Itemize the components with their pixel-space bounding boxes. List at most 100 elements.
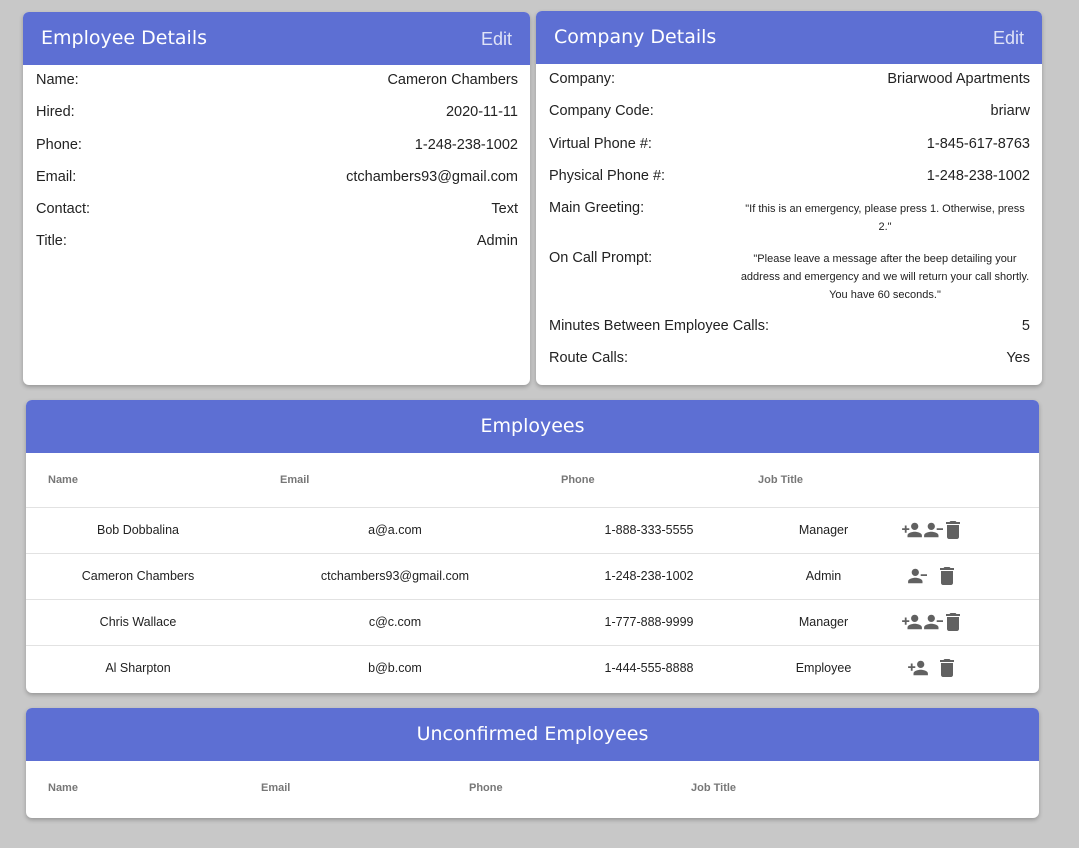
detail-row: Name: Cameron Chambers <box>36 72 518 104</box>
trash-icon[interactable] <box>945 613 961 631</box>
detail-row: Title: Admin <box>36 233 518 265</box>
detail-row: Contact: Text <box>36 201 518 233</box>
cell-phone: 1-248-238-1002 <box>540 553 758 600</box>
detail-row: Virtual Phone #: 1-845-617-8763 <box>549 136 1030 168</box>
detail-label: Phone: <box>36 137 82 153</box>
cell-email: ctchambers93@gmail.com <box>250 553 540 600</box>
trash-icon[interactable] <box>945 521 961 539</box>
detail-label: Company: <box>549 71 616 87</box>
column-header-phone: Phone <box>540 453 758 508</box>
detail-row: On Call Prompt: "Please leave a message a… <box>549 250 1030 318</box>
cell-email: b@b.com <box>368 661 422 676</box>
detail-row: Company Code: briarw <box>549 103 1030 136</box>
cell-phone: 1-444-555-8888 <box>604 661 694 676</box>
employee-details-title: Employee Details <box>41 27 208 49</box>
table-row: Cameron Chambers ctchambers93@gmail.com 1-… <box>26 553 1039 600</box>
column-header-name: Name <box>48 782 78 794</box>
cell-actions <box>889 507 1039 554</box>
detail-label: Virtual Phone #: <box>549 136 652 152</box>
person-add-icon[interactable] <box>901 613 923 631</box>
detail-value: Admin <box>476 233 518 249</box>
column-header-phone: Phone <box>469 782 503 794</box>
detail-value: 1-248-238-1002 <box>414 137 518 153</box>
detail-value: 1-845-617-8763 <box>926 136 1030 152</box>
company-details-title: Company Details <box>554 26 717 48</box>
person-add-icon[interactable] <box>907 659 929 677</box>
detail-row: Company: Briarwood Apartments <box>549 71 1030 103</box>
cell-actions <box>889 645 1039 691</box>
table-row: Chris Wallace c@c.com 1-777-888-9999 Manage… <box>26 599 1039 646</box>
company-details-list: Company: Briarwood Apartments Company Code… <box>536 64 1042 382</box>
unconfirmed-employees-card: Unconfirmed Employees Name Email Phone J… <box>26 708 1039 818</box>
detail-label: Route Calls: <box>549 350 628 366</box>
cell-job-title: Admin <box>758 553 889 600</box>
employee-details-card: Employee Details Edit Name: Cameron Chamb… <box>23 12 530 385</box>
detail-label: Hired: <box>36 104 75 120</box>
cell-actions <box>889 553 1039 600</box>
employee-edit-button[interactable]: Edit <box>481 29 512 50</box>
detail-value: Briarwood Apartments <box>887 71 1030 87</box>
unconfirmed-employees-title: Unconfirmed Employees <box>416 723 649 745</box>
employees-table-header-row: Name Email Phone Job Title <box>26 453 1039 508</box>
column-header-email: Email <box>261 782 291 794</box>
employees-table-body: Bob Dobbalina a@a.com 1-888-333-5555 Manage… <box>26 507 1039 691</box>
cell-job-title: Employee <box>795 661 852 676</box>
trash-icon[interactable] <box>939 567 955 585</box>
cell-name: Al Sharpton <box>105 661 171 676</box>
detail-label: Name: <box>36 72 79 88</box>
employees-title: Employees <box>480 415 585 437</box>
detail-row: Physical Phone #: 1-248-238-1002 <box>549 168 1030 200</box>
detail-row: Phone: 1-248-238-1002 <box>36 137 518 169</box>
detail-row: Route Calls: Yes <box>549 350 1030 382</box>
detail-value: Yes <box>1006 350 1030 366</box>
detail-value: "If this is an emergency, please press 1… <box>745 203 1025 233</box>
trash-icon[interactable] <box>939 659 955 678</box>
cell-job-title: Manager <box>758 507 889 554</box>
detail-value: "Please leave a message after the beep d… <box>740 253 1030 301</box>
unconfirmed-employees-table: Name Email Phone Job Title <box>26 761 1039 815</box>
detail-value: 5 <box>1021 318 1030 334</box>
person-remove-icon[interactable] <box>923 613 945 631</box>
detail-row: Minutes Between Employee Calls: 5 <box>549 318 1030 350</box>
company-details-header: Company Details Edit <box>536 11 1042 64</box>
unconfirmed-table-header-row: Name Email Phone Job Title <box>26 761 1039 815</box>
detail-label: Main Greeting: <box>549 200 645 216</box>
detail-value: ctchambers93@gmail.com <box>346 169 518 185</box>
person-remove-icon[interactable] <box>923 521 945 539</box>
detail-row: Hired: 2020-11-11 <box>36 104 518 137</box>
column-header-name: Name <box>26 453 250 508</box>
table-row: Bob Dobbalina a@a.com 1-888-333-5555 Manage… <box>26 507 1039 554</box>
cell-actions <box>889 599 1039 646</box>
detail-label: Contact: <box>36 201 90 217</box>
cell-email: c@c.com <box>250 599 540 646</box>
cell-phone: 1-777-888-9999 <box>540 599 758 646</box>
person-add-icon[interactable] <box>901 521 923 539</box>
detail-label: Minutes Between Employee Calls: <box>549 318 770 334</box>
column-header-job-title: Job Title <box>691 782 737 794</box>
column-header-email: Email <box>250 453 540 508</box>
person-remove-icon[interactable] <box>907 567 929 585</box>
employees-table: Name Email Phone Job Title Bob Dobbalina… <box>26 453 1039 691</box>
cell-name: Cameron Chambers <box>26 553 250 600</box>
detail-label: Physical Phone #: <box>549 168 666 184</box>
detail-value: 2020-11-11 <box>445 104 518 120</box>
company-edit-button[interactable]: Edit <box>993 28 1024 49</box>
cell-name: Chris Wallace <box>26 599 250 646</box>
detail-label: Company Code: <box>549 103 654 119</box>
unconfirmed-employees-header: Unconfirmed Employees <box>26 708 1039 761</box>
detail-label: On Call Prompt: <box>549 250 653 266</box>
detail-row: Email: ctchambers93@gmail.com <box>36 169 518 201</box>
detail-row: Main Greeting: "If this is an emergency, … <box>549 200 1030 250</box>
detail-value: Cameron Chambers <box>387 72 518 88</box>
detail-value: briarw <box>990 103 1030 119</box>
cell-phone: 1-888-333-5555 <box>540 507 758 554</box>
employees-header: Employees <box>26 400 1039 453</box>
column-header-job-title: Job Title <box>758 453 889 508</box>
company-details-card: Company Details Edit Company: Briarwood A… <box>536 11 1042 385</box>
employees-card: Employees Name Email Phone Job Title Bob… <box>26 400 1039 693</box>
detail-label: Title: <box>36 233 67 249</box>
cell-email: a@a.com <box>250 507 540 554</box>
employee-details-header: Employee Details Edit <box>23 12 530 65</box>
column-header-actions <box>889 453 1039 508</box>
table-row: Al Sharpton b@b.com 1-444-555-8888 Employee <box>26 645 1039 691</box>
